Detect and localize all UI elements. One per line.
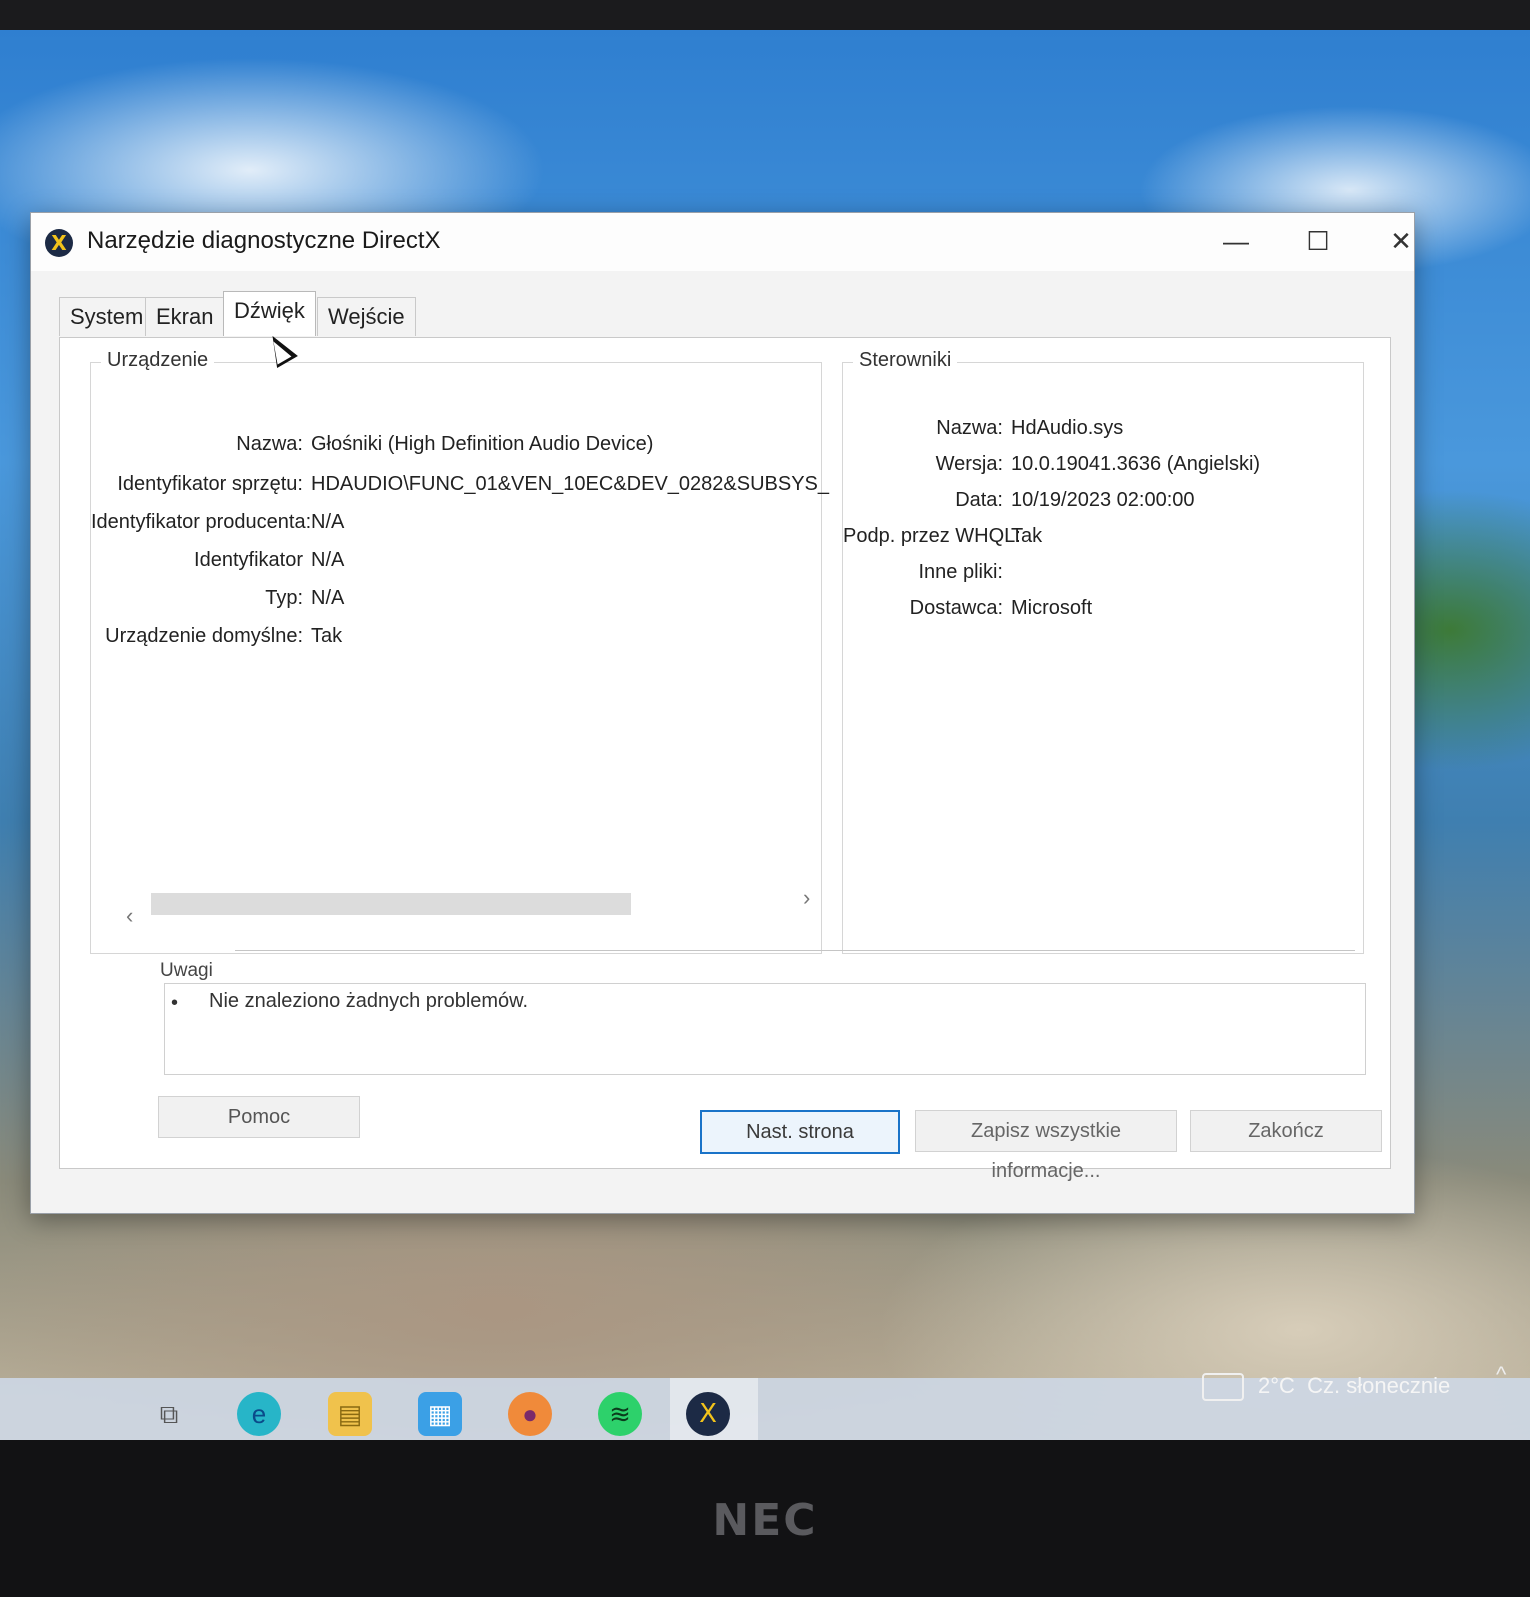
tab-input[interactable]: Wejście (317, 297, 416, 336)
notes-divider (235, 950, 1355, 951)
horizontal-scrollbar-thumb[interactable] (151, 893, 631, 915)
edge-icon[interactable]: e (237, 1392, 281, 1436)
provider-row: Dostawca: Microsoft (843, 597, 1093, 620)
weather-temp: 2°C (1258, 1373, 1295, 1398)
type-label: Typ: (265, 587, 303, 609)
hardware-id-value: HDAUDIO\FUNC_01&VEN_10EC&DEV_0282&SUBSYS… (311, 473, 829, 495)
provider-value: Microsoft (1011, 597, 1093, 619)
minimize-button[interactable]: — (1201, 219, 1271, 263)
product-id-label: Identyfikator (194, 549, 303, 571)
device-group: Urządzenie Nazwa: Głośniki (High Definiti… (90, 349, 829, 954)
driver-version-row: Wersja: 10.0.19041.3636 (Angielski) (843, 453, 1260, 476)
driver-date-row: Data: 10/19/2023 02:00:00 (843, 489, 1195, 512)
default-device-row: Urządzenie domyślne: Tak (91, 625, 342, 648)
product-id-value: N/A (311, 549, 345, 571)
save-all-info-button[interactable]: Zapisz wszystkie informacje... (915, 1110, 1177, 1182)
store-icon[interactable]: ▦ (418, 1392, 462, 1436)
bullet-icon: • (171, 992, 179, 1014)
hardware-id-row: Identyfikator sprzętu: HDAUDIO\FUNC_01&VE… (91, 473, 829, 496)
other-files-label: Inne pliki: (918, 561, 1004, 583)
task-view-icon[interactable]: ⧉ (147, 1392, 191, 1436)
drivers-group: Sterowniki Nazwa: HdAudio.sys Wersja: 10.0… (842, 349, 1364, 954)
driver-name-label: Nazwa: (936, 417, 1003, 439)
device-name-label: Nazwa: (236, 433, 303, 455)
other-files-row: Inne pliki: (843, 561, 1011, 584)
type-row: Typ: N/A (91, 587, 344, 610)
driver-version-value: 10.0.19041.3636 (Angielski) (1011, 453, 1261, 475)
firefox-icon[interactable]: ● (508, 1392, 552, 1436)
whql-label: Podp. przez WHQL: (843, 525, 1021, 547)
spotify-icon[interactable]: ≋ (598, 1392, 642, 1436)
manufacturer-id-row: Identyfikator producenta:N/A (91, 511, 344, 534)
hardware-id-label: Identyfikator sprzętu: (117, 473, 303, 495)
provider-label: Dostawca: (909, 597, 1003, 619)
dxdiag-icon[interactable]: X (686, 1392, 730, 1436)
tab-sound[interactable]: Dźwięk (223, 291, 316, 336)
scroll-left-arrow-icon[interactable]: ‹ (126, 903, 133, 929)
type-value: N/A (311, 587, 345, 609)
driver-date-value: 10/19/2023 02:00:00 (1011, 489, 1195, 511)
notes-label: Uwagi (160, 960, 213, 981)
monitor-brand-logo: NEC (712, 1495, 818, 1546)
help-button[interactable]: Pomoc (158, 1096, 360, 1138)
chevron-up-icon[interactable]: ^ (1496, 1362, 1506, 1388)
whql-value: Tak (1011, 525, 1043, 547)
weather-text: Cz. słonecznie (1307, 1373, 1451, 1398)
default-device-label: Urządzenie domyślne: (105, 625, 303, 647)
dxdiag-window: X Narzędzie diagnostyczne DirectX — ☐ ✕ … (30, 212, 1415, 1214)
device-name-row: Nazwa: Głośniki (High Definition Audio De… (91, 433, 653, 456)
notes-box[interactable]: • Nie znaleziono żadnych problemów. (164, 983, 1366, 1075)
scroll-right-arrow-icon[interactable]: › (803, 885, 810, 911)
driver-version-label: Wersja: (935, 453, 1003, 475)
manufacturer-id-value: N/A (311, 511, 345, 533)
directx-icon: X (45, 229, 73, 257)
maximize-button[interactable]: ☐ (1283, 219, 1353, 263)
driver-date-label: Data: (955, 489, 1003, 511)
driver-name-row: Nazwa: HdAudio.sys (843, 417, 1123, 440)
device-name-value: Głośniki (High Definition Audio Device) (311, 433, 654, 455)
window-title: Narzędzie diagnostyczne DirectX (87, 227, 441, 254)
device-group-label: Urządzenie (101, 349, 215, 372)
weather-widget[interactable]: 2°C Cz. słonecznie (1202, 1373, 1451, 1402)
product-id-row: Identyfikator N/A (91, 549, 344, 572)
sound-tab-panel: Urządzenie Nazwa: Głośniki (High Definiti… (59, 337, 1391, 1182)
exit-button[interactable]: Zakończ (1190, 1110, 1382, 1152)
next-page-button[interactable]: Nast. strona (700, 1110, 900, 1154)
whql-row: Podp. przez WHQL:Tak (843, 525, 1042, 548)
tab-display[interactable]: Ekran (145, 297, 225, 336)
driver-name-value: HdAudio.sys (1011, 417, 1124, 439)
drivers-group-label: Sterowniki (853, 349, 958, 372)
manufacturer-id-label: Identyfikator producenta: (91, 511, 312, 533)
title-bar[interactable]: X Narzędzie diagnostyczne DirectX — ☐ ✕ (31, 213, 1414, 271)
close-button[interactable]: ✕ (1366, 219, 1436, 263)
default-device-value: Tak (311, 625, 343, 647)
notes-item: Nie znaleziono żadnych problemów. (209, 990, 529, 1012)
weather-icon (1202, 1373, 1244, 1402)
file-explorer-icon[interactable]: ▤ (328, 1392, 372, 1436)
tab-system[interactable]: System (59, 297, 155, 336)
